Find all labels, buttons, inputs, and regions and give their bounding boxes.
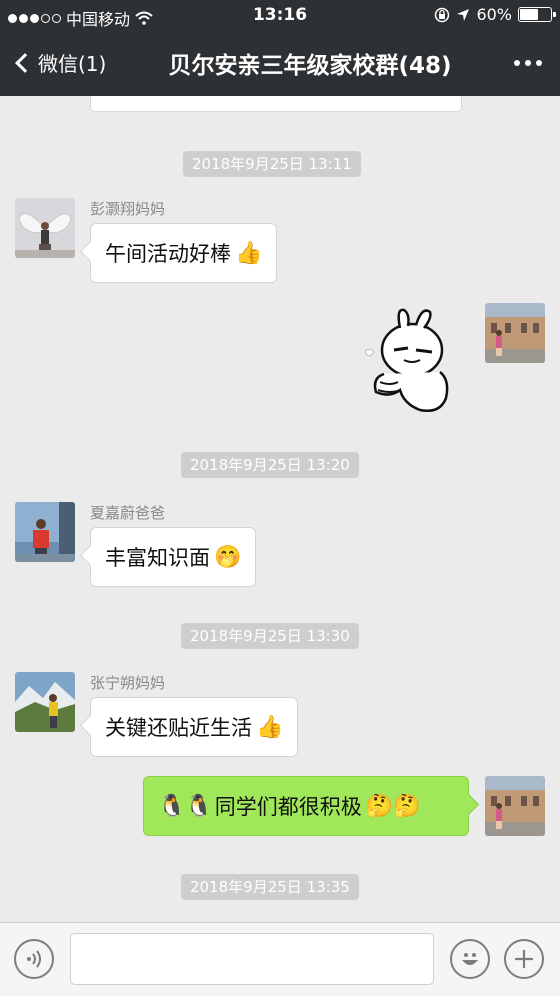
lock-rotation-icon bbox=[435, 7, 450, 22]
own-avatar[interactable] bbox=[485, 776, 545, 836]
timestamp: 2018年9月25日 13:11 bbox=[183, 151, 361, 177]
timestamp: 2018年9月25日 13:20 bbox=[181, 452, 359, 478]
emoji-icon[interactable] bbox=[450, 939, 490, 979]
status-right: 60% bbox=[434, 5, 556, 24]
more-icon[interactable] bbox=[514, 60, 542, 66]
message-text: 丰富知识面 bbox=[105, 546, 210, 570]
timestamp: 2018年9月25日 13:30 bbox=[181, 623, 359, 649]
message-text: 同学们都很积极 bbox=[214, 795, 362, 819]
message-bubble-partial bbox=[90, 96, 462, 112]
own-message-bubble[interactable]: 🐧🐧 同学们都很积极 🤔🤔 bbox=[143, 776, 469, 836]
voice-icon[interactable] bbox=[14, 939, 54, 979]
message-bubble[interactable]: 午间活动好棒 👍 bbox=[90, 223, 278, 283]
sender-name: 夏嘉蔚爸爸 bbox=[90, 504, 166, 522]
plus-icon[interactable] bbox=[504, 939, 544, 979]
avatar[interactable] bbox=[15, 672, 75, 732]
avatar[interactable] bbox=[15, 198, 75, 258]
rabbit-sticker-icon[interactable] bbox=[360, 306, 470, 418]
message-text: 午间活动好棒 bbox=[105, 242, 231, 266]
message-input[interactable] bbox=[70, 933, 434, 985]
facepalm-emoji: 🤭 bbox=[214, 544, 242, 570]
thinking-emoji: 🤔🤔 bbox=[365, 793, 421, 819]
battery-percent: 60% bbox=[476, 5, 512, 24]
battery-fill bbox=[520, 9, 538, 20]
status-bar: 中国移动 13:16 60% bbox=[0, 0, 560, 32]
own-avatar[interactable] bbox=[485, 303, 545, 363]
penguin-emoji: 🐧🐧 bbox=[158, 793, 213, 819]
thumbs-up-emoji: 👍 bbox=[235, 240, 263, 266]
sender-name: 张宁朔妈妈 bbox=[90, 674, 166, 692]
timestamp: 2018年9月25日 13:35 bbox=[181, 874, 359, 900]
message-text: 关键还贴近生活 bbox=[105, 716, 252, 740]
thumbs-up-emoji: 👍 bbox=[256, 714, 284, 740]
chat-area[interactable]: 2018年9月25日 13:11 彭灏翔妈妈 午间活动好棒 👍 2018年9月2… bbox=[0, 96, 560, 922]
input-bar bbox=[0, 922, 560, 996]
message-bubble[interactable]: 关键还贴近生活 👍 bbox=[90, 697, 299, 757]
sender-name: 彭灏翔妈妈 bbox=[90, 200, 166, 218]
avatar[interactable] bbox=[15, 502, 75, 562]
nav-bar: 微信(1) 贝尔安亲三年级家校群(48) bbox=[0, 32, 560, 96]
location-arrow-icon bbox=[457, 8, 470, 21]
chat-title: 贝尔安亲三年级家校群(48) bbox=[168, 53, 452, 79]
battery-icon bbox=[518, 7, 556, 22]
message-bubble[interactable]: 丰富知识面 🤭 bbox=[90, 527, 257, 587]
